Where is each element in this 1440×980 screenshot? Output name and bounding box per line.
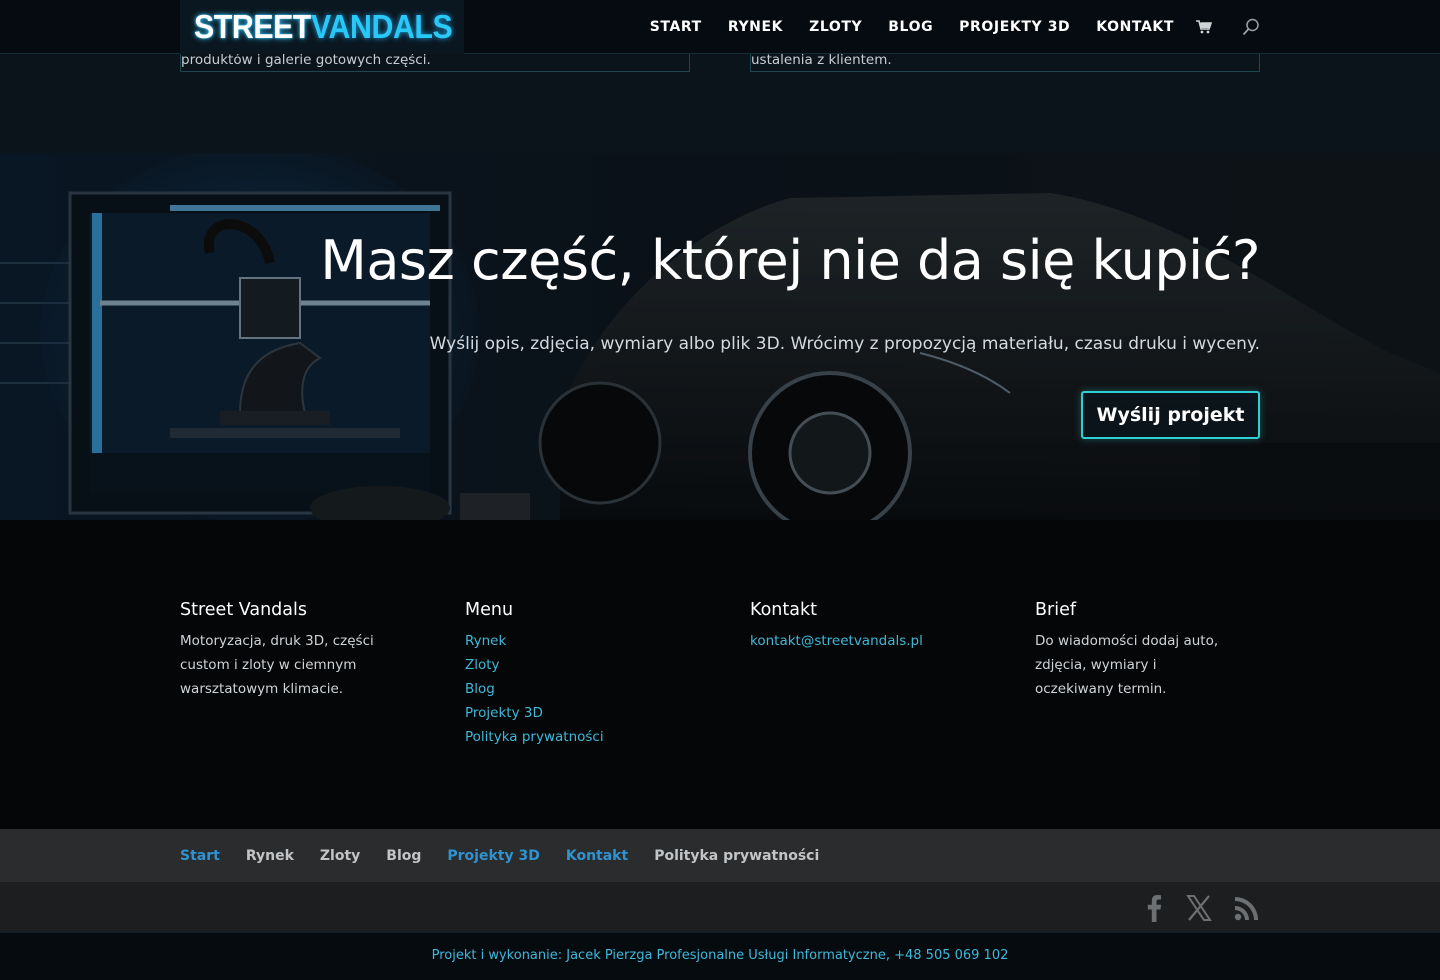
credits-text[interactable]: Projekt i wykonanie: Jacek Pierzga Profe…: [432, 948, 1009, 963]
footer-link-blog[interactable]: Blog: [465, 677, 695, 701]
footer-email-link[interactable]: kontakt@streetvandals.pl: [750, 629, 980, 653]
footer-link-rynek[interactable]: Rynek: [465, 629, 695, 653]
footer-about-text: Motoryzacja, druk 3D, części custom i zl…: [180, 633, 374, 697]
card-text: ustalenia z klientem.: [751, 52, 892, 68]
footer-col-menu: Menu Rynek Zloty Blog Projekty 3D Polity…: [465, 600, 695, 749]
site-header: STREETVANDALS START RYNEK ZLOTY BLOG PRO…: [0, 0, 1440, 54]
logo-link[interactable]: STREETVANDALS: [180, 0, 464, 54]
bottom-nav: Start Rynek Zloty Blog Projekty 3D Konta…: [0, 829, 1440, 882]
nav-projekty-3d[interactable]: PROJEKTY 3D: [959, 19, 1070, 35]
facebook-icon[interactable]: [1146, 894, 1162, 922]
footer-col-brief: Brief Do wiadomości dodaj auto, zdjęcia,…: [1035, 600, 1265, 701]
bottom-nav-projekty-3d[interactable]: Projekty 3D: [447, 848, 539, 864]
bottom-nav-zloty[interactable]: Zloty: [320, 848, 360, 864]
footer-col-contact: Kontakt kontakt@streetvandals.pl: [750, 600, 980, 653]
card-text: produktów i galerie gotowych części.: [181, 52, 431, 68]
rss-icon[interactable]: [1234, 895, 1260, 921]
x-icon[interactable]: [1186, 895, 1212, 921]
nav-start[interactable]: START: [650, 19, 702, 35]
footer-brief-text: Do wiadomości dodaj auto, zdjęcia, wymia…: [1035, 633, 1219, 697]
hero-title: Masz część, której nie da się kupić?: [320, 229, 1260, 292]
footer-link-zloty[interactable]: Zloty: [465, 653, 695, 677]
footer-link-privacy[interactable]: Polityka prywatności: [465, 725, 695, 749]
nav-blog[interactable]: BLOG: [888, 19, 933, 35]
cart-icon[interactable]: [1196, 20, 1212, 34]
footer-widgets: Street Vandals Motoryzacja, druk 3D, czę…: [0, 520, 1440, 829]
send-project-button[interactable]: Wyślij projekt: [1081, 391, 1260, 439]
footer-col-about: Street Vandals Motoryzacja, druk 3D, czę…: [180, 600, 410, 701]
footer-heading: Street Vandals: [180, 600, 307, 620]
content-strip: produktów i galerie gotowych części. ust…: [0, 14, 1440, 153]
nav-rynek[interactable]: RYNEK: [728, 19, 783, 35]
bottom-nav-start[interactable]: Start: [180, 848, 220, 864]
search-icon[interactable]: [1242, 18, 1260, 36]
footer-heading: Kontakt: [750, 600, 817, 620]
logo: STREETVANDALS: [194, 8, 453, 45]
bottom-nav-kontakt[interactable]: Kontakt: [566, 848, 628, 864]
bottom-nav-rynek[interactable]: Rynek: [246, 848, 294, 864]
bottom-nav-privacy[interactable]: Polityka prywatności: [654, 848, 819, 864]
hero-subtitle: Wyślij opis, zdjęcia, wymiary albo plik …: [429, 334, 1260, 354]
footer-heading: Menu: [465, 600, 514, 620]
nav-zloty[interactable]: ZLOTY: [809, 19, 862, 35]
hero-section: Masz część, której nie da się kupić? Wyś…: [0, 153, 1440, 520]
bottom-nav-blog[interactable]: Blog: [386, 848, 421, 864]
main-nav: START RYNEK ZLOTY BLOG PROJEKTY 3D KONTA…: [624, 0, 1260, 54]
nav-kontakt[interactable]: KONTAKT: [1096, 19, 1174, 35]
social-bar: [0, 882, 1440, 932]
footer-heading: Brief: [1035, 600, 1076, 620]
footer-link-projekty-3d[interactable]: Projekty 3D: [465, 701, 695, 725]
credits-bar: Projekt i wykonanie: Jacek Pierzga Profe…: [0, 932, 1440, 980]
